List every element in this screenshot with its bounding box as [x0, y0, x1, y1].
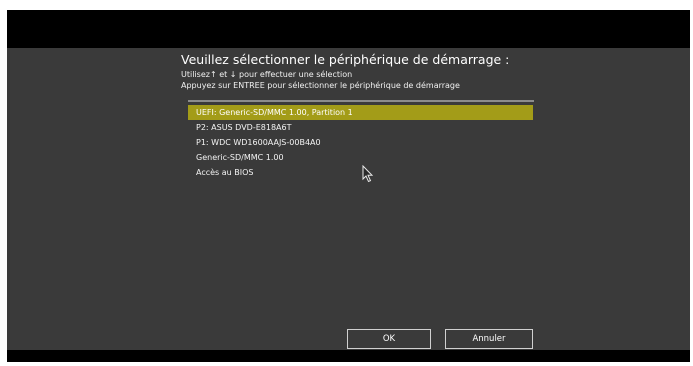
instruction-enter: Appuyez sur ENTREE pour sélectionner le … [181, 81, 460, 90]
bios-access-item[interactable]: Accès au BIOS [188, 165, 533, 180]
ok-button[interactable]: OK [347, 329, 431, 349]
bottom-black-bar [7, 350, 690, 362]
mouse-pointer-icon [362, 165, 374, 183]
boot-screen: Veuillez sélectionner le périphérique de… [7, 10, 690, 362]
top-black-bar [7, 10, 690, 48]
boot-device-list: UEFI: Generic-SD/MMC 1.00, Partition 1 P… [188, 105, 533, 180]
divider-line [188, 100, 534, 102]
boot-device-dialog: Veuillez sélectionner le périphérique de… [181, 52, 534, 349]
dialog-title: Veuillez sélectionner le périphérique de… [181, 52, 510, 67]
boot-device-item[interactable]: P2: ASUS DVD-E818A6T [188, 120, 533, 135]
boot-device-item[interactable]: Generic-SD/MMC 1.00 [188, 150, 533, 165]
boot-device-item[interactable]: UEFI: Generic-SD/MMC 1.00, Partition 1 [188, 105, 533, 120]
instruction-navigation: Utilisez↑ et ↓ pour effectuer une sélect… [181, 70, 353, 79]
boot-device-item[interactable]: P1: WDC WD1600AAJS-00B4A0 [188, 135, 533, 150]
cancel-button[interactable]: Annuler [445, 329, 533, 349]
